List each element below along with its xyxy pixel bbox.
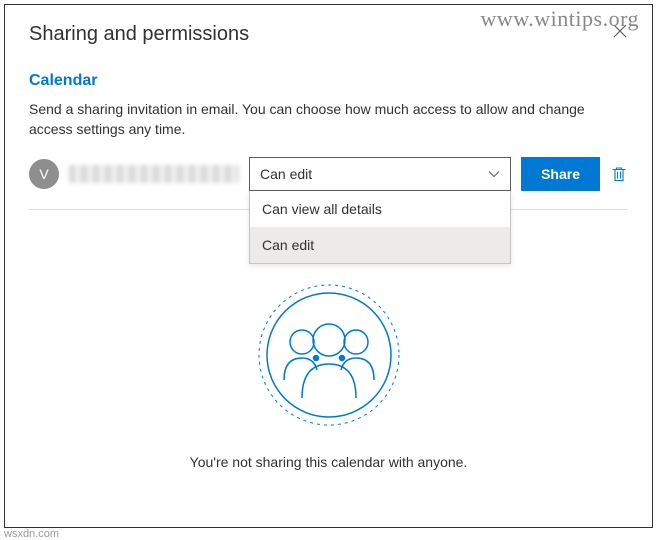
sharing-permissions-panel: Sharing and permissions Calendar Send a …	[4, 4, 653, 528]
permission-dropdown-menu: Can view all details Can edit	[249, 191, 511, 264]
section-title-calendar: Calendar	[29, 72, 628, 90]
permission-option-can-edit[interactable]: Can edit	[250, 227, 510, 263]
recipient-email	[69, 165, 239, 183]
share-button[interactable]: Share	[521, 157, 600, 191]
section-description: Send a sharing invitation in email. You …	[29, 100, 628, 139]
empty-state-caption: You're not sharing this calendar with an…	[190, 454, 468, 470]
trash-icon	[610, 165, 628, 183]
permission-selected-label: Can edit	[260, 166, 312, 182]
permission-option-view-all[interactable]: Can view all details	[250, 191, 510, 227]
chevron-down-icon	[488, 168, 500, 180]
permission-dropdown-wrap: Can edit Can view all details Can edit	[249, 157, 511, 191]
people-illustration-icon	[254, 280, 404, 430]
avatar: V	[29, 159, 59, 189]
permission-dropdown[interactable]: Can edit	[249, 157, 511, 191]
remove-recipient-button[interactable]	[610, 165, 628, 183]
page-title: Sharing and permissions	[29, 23, 249, 46]
header-row: Sharing and permissions	[29, 23, 628, 46]
share-invite-row: V Can edit Can view all details Can edit…	[29, 157, 628, 191]
empty-state: You're not sharing this calendar with an…	[29, 280, 628, 470]
close-icon	[612, 23, 628, 39]
watermark-bottom: wsxdn.com	[4, 528, 59, 540]
close-button[interactable]	[612, 23, 628, 42]
